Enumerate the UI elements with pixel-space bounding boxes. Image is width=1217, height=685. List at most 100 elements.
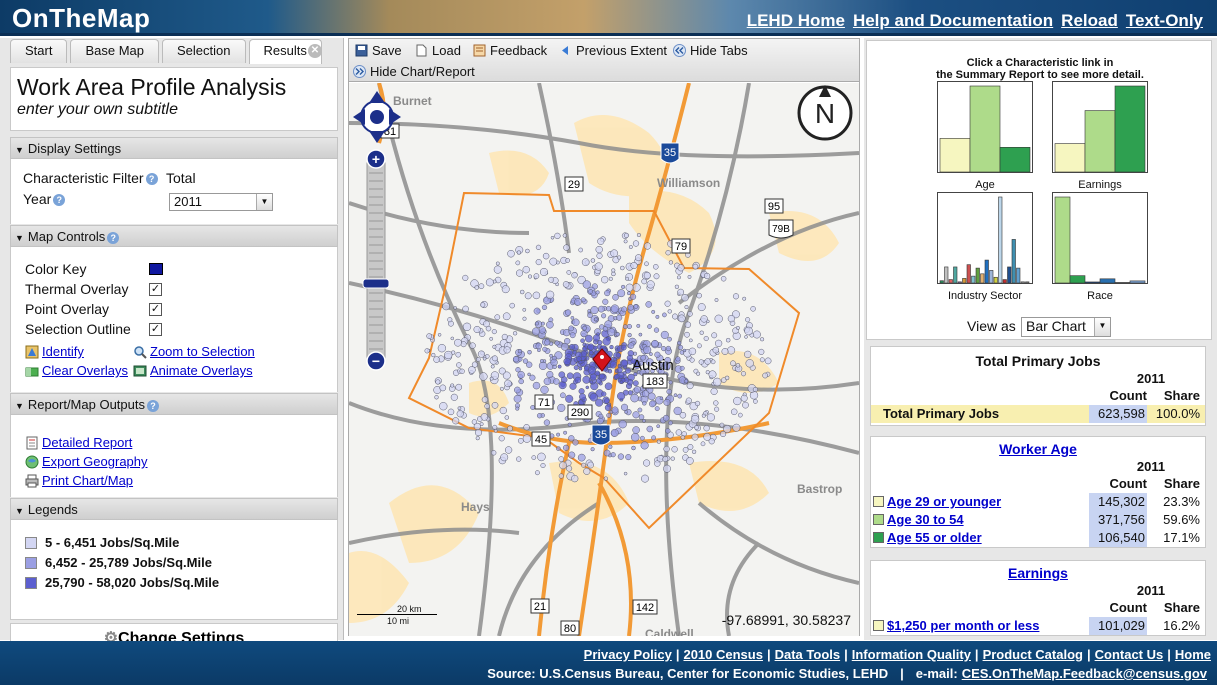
load-label: Load xyxy=(432,43,461,58)
export-geography-label: Export Geography xyxy=(42,454,148,469)
map-canvas[interactable]: 35 29 95 79 79B 183 71 290 45 35 21 142 … xyxy=(349,83,859,636)
feedback-label: Feedback xyxy=(490,43,548,58)
legends-header[interactable]: ▼ Legends xyxy=(10,498,338,520)
footer: Privacy Policy | 2010 Census | Data Tools |… xyxy=(0,641,1217,685)
thermal-overlay-checkbox[interactable]: ✓ xyxy=(149,283,162,296)
view-as-select[interactable]: Bar Chart ▼ xyxy=(1021,317,1111,337)
chart-card: Click a Characteristic link in the Summa… xyxy=(866,40,1212,340)
selection-outline-label: Selection Outline xyxy=(25,321,131,337)
bar-industry-sector-6 xyxy=(966,264,971,284)
collapse-triangle-icon: ▼ xyxy=(15,506,24,516)
bar-earnings-1 xyxy=(1084,110,1116,173)
legend-swatch-mid xyxy=(25,557,37,569)
zoom-slider[interactable]: + − xyxy=(362,149,390,371)
map-controls-header[interactable]: ▼ Map Controls? xyxy=(10,225,338,247)
data-tools-link[interactable]: Data Tools xyxy=(775,647,841,662)
save-button[interactable]: Save xyxy=(355,43,402,58)
page-title[interactable]: Work Area Profile Analysis xyxy=(17,74,331,101)
tab-base-map[interactable]: Base Map xyxy=(70,39,160,63)
load-button[interactable]: Load xyxy=(415,43,461,58)
color-key-swatch[interactable] xyxy=(149,263,163,275)
selection-outline-checkbox[interactable]: ✓ xyxy=(149,323,162,336)
total-jobs-card: Total Primary Jobs 2011 Count Share Tota… xyxy=(870,346,1206,426)
row-share: 59.6% xyxy=(1163,512,1200,527)
shield-45: 45 xyxy=(531,431,551,447)
age-row-link[interactable]: Age 30 to 54 xyxy=(887,512,964,527)
count-header: Count xyxy=(1109,476,1147,491)
industry-mini-chart[interactable] xyxy=(937,192,1033,284)
feedback-icon xyxy=(473,44,486,57)
feedback-button[interactable]: Feedback xyxy=(473,43,547,58)
shield-79b: 79B xyxy=(768,219,794,239)
svg-text:142: 142 xyxy=(636,602,654,614)
help-icon[interactable]: ? xyxy=(107,231,120,244)
earnings-mini-chart[interactable] xyxy=(1052,81,1148,173)
hide-tabs-button[interactable]: Hide Tabs xyxy=(673,43,748,58)
text-only-link[interactable]: Text-Only xyxy=(1126,11,1203,31)
age-row-link[interactable]: Age 29 or younger xyxy=(887,494,1001,509)
help-icon[interactable]: ? xyxy=(53,194,66,207)
source-text: Source: U.S.Census Bureau, Center for Ec… xyxy=(487,666,889,681)
email-label: e-mail: xyxy=(915,666,958,681)
bar-industry-sector-19 xyxy=(1025,281,1030,284)
share-header: Share xyxy=(1163,476,1200,491)
svg-text:71: 71 xyxy=(538,397,550,409)
point-overlay-checkbox[interactable]: ✓ xyxy=(149,303,162,316)
bar-race-0 xyxy=(1054,196,1071,284)
detailed-report-link[interactable]: Detailed Report xyxy=(25,435,132,450)
earnings-link[interactable]: Earnings xyxy=(871,565,1205,581)
page-subtitle[interactable]: enter your own subtitle xyxy=(17,101,331,119)
bar-industry-sector-18 xyxy=(1020,281,1025,284)
year-label: Year xyxy=(23,191,52,207)
race-mini-chart[interactable] xyxy=(1052,192,1148,284)
export-geography-link[interactable]: Export Geography xyxy=(25,454,148,469)
identify-link[interactable]: Identify xyxy=(25,344,84,359)
product-catalog-link[interactable]: Product Catalog xyxy=(983,647,1083,662)
worker-age-link[interactable]: Worker Age xyxy=(871,441,1205,457)
help-icon[interactable]: ? xyxy=(146,399,159,412)
compass-north-icon[interactable]: N xyxy=(797,85,853,141)
globe-icon xyxy=(25,455,39,469)
row-share: 16.2% xyxy=(1163,618,1200,633)
age-mini-chart[interactable] xyxy=(937,81,1033,173)
right-panel: Click a Characteristic link in the Summa… xyxy=(864,38,1217,640)
footer-source: Source: U.S.Census Bureau, Center for Ec… xyxy=(487,666,1207,681)
tab-start[interactable]: Start xyxy=(10,39,68,63)
contact-us-link[interactable]: Contact Us xyxy=(1095,647,1164,662)
age-row-link[interactable]: Age 55 or older xyxy=(887,530,982,545)
year-header: 2011 xyxy=(1136,459,1166,474)
view-as-value: Bar Chart xyxy=(1026,318,1086,334)
lehd-home-link[interactable]: LEHD Home xyxy=(747,11,845,31)
zoom-to-selection-link[interactable]: Zoom to Selection xyxy=(133,344,255,359)
help-documentation-link[interactable]: Help and Documentation xyxy=(853,11,1053,31)
app-title[interactable]: OnTheMap xyxy=(12,3,150,34)
hide-chart-report-button[interactable]: Hide Chart/Report xyxy=(353,64,475,79)
age-row: Age 29 or younger 145,302 23.3% xyxy=(871,493,1205,511)
help-icon[interactable]: ? xyxy=(145,173,158,186)
outputs-header[interactable]: ▼ Report/Map Outputs? xyxy=(10,393,338,415)
reload-link[interactable]: Reload xyxy=(1061,11,1118,31)
bar-race-3 xyxy=(1099,278,1116,284)
close-tab-icon[interactable]: ✕ xyxy=(308,44,322,58)
clear-overlays-link[interactable]: Clear Overlays xyxy=(25,363,128,378)
tab-selection[interactable]: Selection xyxy=(162,39,246,63)
label-bastrop: Bastrop xyxy=(797,482,842,496)
privacy-policy-link[interactable]: Privacy Policy xyxy=(584,647,672,662)
svg-text:35: 35 xyxy=(595,429,607,441)
print-chart-map-link[interactable]: Print Chart/Map xyxy=(25,473,133,488)
bar-industry-sector-8 xyxy=(975,267,980,284)
display-settings-header[interactable]: ▼ Display Settings xyxy=(10,137,338,159)
shield-35-north: 35 xyxy=(660,142,680,164)
shield-35-south: 35 xyxy=(591,424,611,446)
email-link[interactable]: CES.OnTheMap.Feedback@census.gov xyxy=(962,666,1207,681)
animate-overlays-link[interactable]: Animate Overlays xyxy=(133,363,253,378)
bar-industry-sector-16 xyxy=(1011,239,1016,284)
previous-extent-button[interactable]: Previous Extent xyxy=(559,43,667,58)
earnings-row-link[interactable]: $1,250 per month or less xyxy=(887,618,1039,633)
home-link[interactable]: Home xyxy=(1175,647,1211,662)
year-select[interactable]: 2011 ▼ xyxy=(169,193,273,211)
count-header: Count xyxy=(1109,388,1147,403)
census-2010-link[interactable]: 2010 Census xyxy=(683,647,763,662)
information-quality-link[interactable]: Information Quality xyxy=(852,647,971,662)
characteristic-filter-label: Characteristic Filter xyxy=(23,170,144,186)
